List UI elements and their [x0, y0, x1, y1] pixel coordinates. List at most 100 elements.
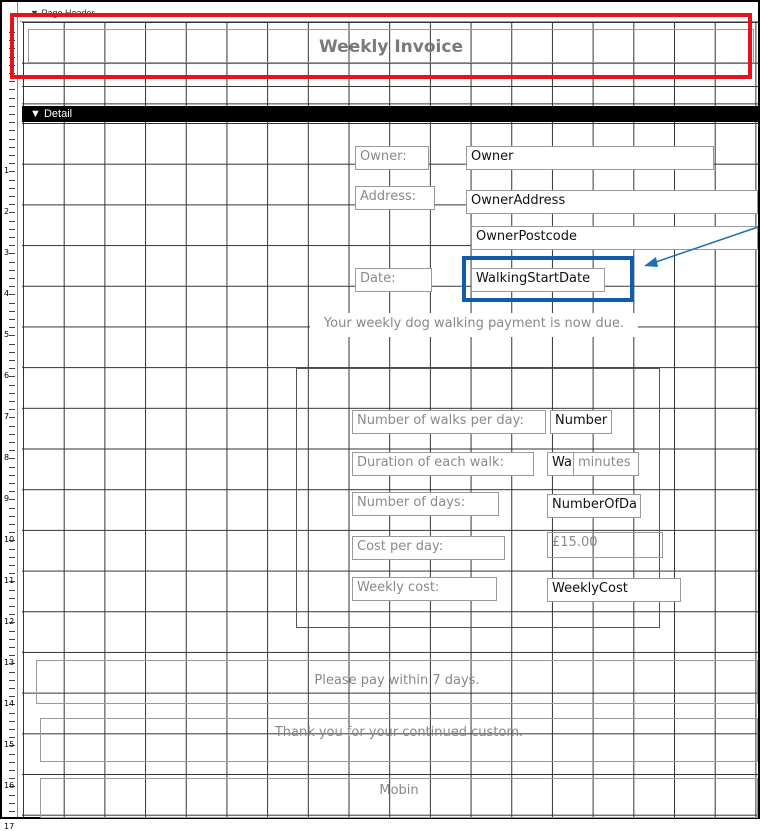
ruler-tick [9, 253, 15, 255]
ruler-tick [9, 466, 15, 468]
header-divider-line [22, 86, 758, 87]
date-label[interactable]: Date: [355, 268, 432, 292]
ruler-tick [9, 417, 15, 419]
ruler-tick [9, 105, 15, 107]
highlight-box-red [10, 13, 752, 79]
ruler-number: 3 [4, 248, 10, 257]
ruler-tick [9, 114, 15, 115]
ruler-tick [9, 532, 15, 534]
ruler-tick [9, 491, 15, 493]
ruler-tick [9, 630, 15, 632]
ruler-tick [9, 302, 15, 304]
ruler-number: 12 [4, 617, 15, 626]
ruler-tick [9, 187, 15, 189]
weekly-cost-field[interactable]: WeeklyCost [547, 578, 681, 602]
owner-field[interactable]: Owner [466, 146, 714, 170]
ruler-number: 6 [4, 371, 10, 380]
address-label[interactable]: Address: [355, 186, 435, 210]
ruler-tick [9, 409, 15, 411]
ruler-tick [9, 802, 15, 804]
number-of-days-label[interactable]: Number of days: [352, 492, 499, 516]
owner-address-field[interactable]: OwnerAddress [466, 190, 758, 214]
ruler-number: 1 [4, 166, 10, 175]
pay-within-text[interactable]: Please pay within 7 days. [36, 660, 758, 704]
ruler-tick [9, 753, 15, 755]
ruler-number: 4 [4, 289, 10, 298]
ruler-tick [9, 245, 15, 247]
minutes-label[interactable]: minutes [573, 452, 639, 476]
ruler-tick [9, 655, 15, 657]
ruler-tick [9, 507, 15, 509]
ruler-tick [9, 155, 15, 156]
ruler-tick [9, 179, 15, 181]
walk-duration-label[interactable]: Duration of each walk: [352, 452, 534, 476]
ruler-tick [9, 163, 15, 165]
ruler-tick [9, 696, 15, 698]
ruler-tick [9, 458, 15, 460]
ruler-tick [9, 442, 15, 443]
ruler-tick [9, 548, 15, 550]
ruler-tick [9, 515, 15, 517]
walks-per-day-field[interactable]: Number [550, 410, 612, 434]
ruler-tick [9, 474, 15, 476]
ruler-tick [9, 524, 15, 525]
ruler-tick [9, 384, 15, 386]
ruler-tick [9, 647, 15, 648]
ruler-tick [9, 343, 15, 345]
ruler-tick [9, 606, 15, 607]
ruler-tick [9, 294, 15, 296]
ruler-tick [9, 565, 15, 566]
ruler-number: 11 [4, 576, 15, 585]
thank-you-text[interactable]: Thank you for your continued custom. [40, 718, 758, 762]
ruler-tick [9, 376, 15, 378]
ruler-number: 7 [4, 412, 10, 421]
ruler-tick [9, 556, 15, 558]
ruler-tick [9, 89, 15, 91]
ruler-tick [9, 278, 15, 279]
ruler-tick [9, 770, 15, 771]
ruler-tick [9, 573, 15, 575]
ruler-tick [9, 433, 15, 435]
cost-per-day-field[interactable]: £15.00 [547, 532, 663, 558]
cost-per-day-label[interactable]: Cost per day: [352, 536, 505, 560]
ruler-tick [9, 671, 15, 673]
ruler-tick [9, 811, 15, 812]
ruler-tick [9, 712, 15, 714]
payment-due-text[interactable]: Your weekly dog walking payment is now d… [310, 313, 638, 337]
ruler-tick [9, 220, 15, 222]
ruler-tick [9, 146, 15, 148]
ruler-tick [9, 138, 15, 140]
detail-section-bar[interactable]: ▼ Detail [22, 106, 758, 122]
ruler-tick [9, 122, 15, 124]
ruler-tick [9, 737, 15, 739]
ruler-tick [9, 688, 15, 689]
ruler-tick [9, 97, 15, 99]
collapse-arrow-icon: ▼ [30, 108, 41, 120]
weekly-cost-label[interactable]: Weekly cost: [352, 577, 497, 601]
ruler-number: 8 [4, 453, 10, 462]
ruler-tick [9, 237, 15, 238]
ruler-tick [9, 401, 15, 402]
signature-text[interactable]: Mobin [40, 778, 758, 818]
ruler-number: 14 [4, 699, 15, 708]
ruler-tick [9, 499, 15, 501]
detail-label: Detail [43, 108, 73, 120]
ruler-number: 16 [4, 781, 15, 790]
ruler-tick [9, 212, 15, 214]
ruler-tick [9, 425, 15, 427]
ruler-tick [9, 614, 15, 616]
ruler-tick [9, 319, 15, 320]
ruler-number: 13 [4, 658, 15, 667]
ruler-number: 15 [4, 740, 15, 749]
ruler-tick [9, 720, 15, 722]
ruler-tick [9, 196, 15, 197]
number-of-days-field[interactable]: NumberOfDa [547, 494, 641, 518]
annotation-arrow-icon [644, 226, 759, 267]
ruler-tick [9, 335, 15, 337]
ruler-tick [9, 81, 15, 83]
ruler-number: 17 [4, 822, 15, 831]
ruler-tick [9, 228, 15, 230]
walks-per-day-label[interactable]: Number of walks per day: [352, 410, 546, 434]
ruler-tick [9, 204, 15, 206]
owner-label[interactable]: Owner: [355, 146, 429, 170]
